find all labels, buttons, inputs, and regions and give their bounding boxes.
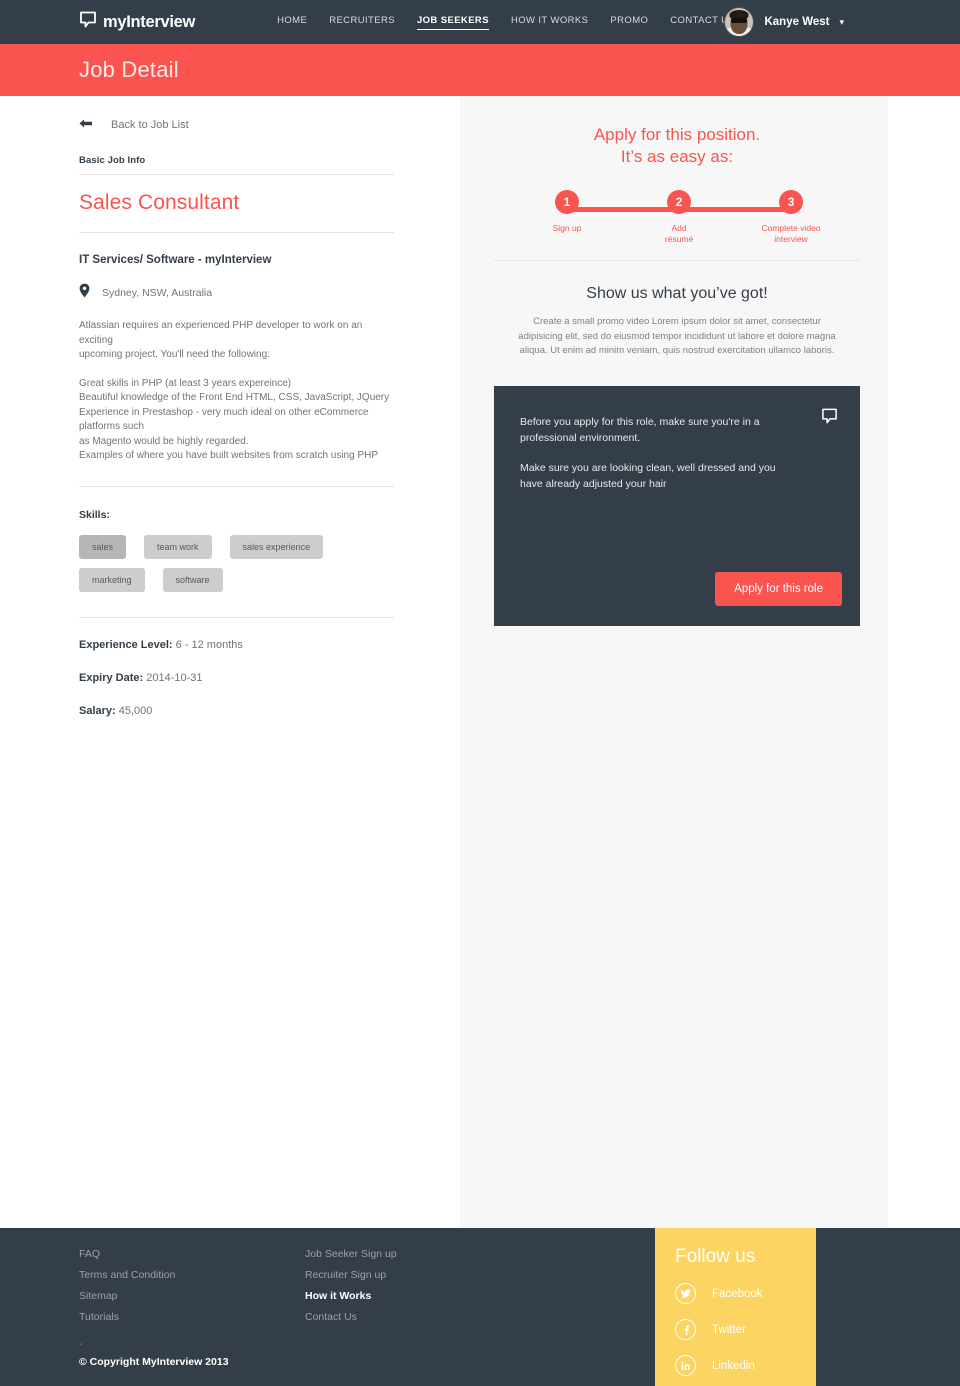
social-label-twitter: Twitter	[712, 1323, 746, 1336]
social-link-twitter[interactable]: Twitter	[675, 1319, 816, 1340]
top-navigation-bar: myInterview HOME RECRUITERS JOB SEEKERS …	[0, 0, 960, 44]
salary-key: Salary:	[79, 704, 116, 717]
divider-under-title	[79, 232, 394, 233]
chevron-down-icon[interactable]: ▾	[839, 17, 844, 28]
footer-links-column-2: Job Seeker Sign up Recruiter Sign up How…	[305, 1248, 397, 1323]
apply-heading-line-1: Apply for this position.	[593, 125, 761, 144]
footer-link-recruiter-signup[interactable]: Recruiter Sign up	[305, 1269, 397, 1281]
linkedin-in-icon	[675, 1355, 696, 1376]
step-2: 2 Add résumé	[634, 190, 724, 245]
user-menu[interactable]: Kanye West ▾	[724, 0, 844, 44]
job-detail-page: myInterview HOME RECRUITERS JOB SEEKERS …	[0, 0, 960, 1386]
salary-value: 45,000	[115, 704, 153, 717]
nav-item-recruiters[interactable]: RECRUITERS	[329, 15, 395, 29]
speech-bubble-logo-icon	[821, 408, 838, 430]
divider-above-skills	[79, 485, 394, 487]
card-instruction-2: Make sure you are looking clean, well dr…	[520, 461, 776, 490]
show-us-heading: Show us what you’ve got!	[586, 285, 768, 302]
skill-tag[interactable]: team work	[144, 534, 212, 559]
footer-link-how-it-works[interactable]: How it Works	[305, 1290, 397, 1302]
avatar	[724, 7, 755, 37]
job-info-column: Back to Job List Basic Job Info Sales Co…	[79, 96, 394, 717]
nav-item-how-it-works[interactable]: HOW IT WORKS	[511, 15, 588, 29]
site-logo[interactable]: myInterview	[79, 11, 195, 34]
apply-heading-line-2: It’s as easy as:	[620, 147, 734, 166]
social-label-linkedin: Linkedin	[712, 1359, 755, 1372]
job-description-intro: Atlassian requires an experienced PHP de…	[79, 320, 363, 360]
social-link-linkedin[interactable]: Linkedin	[675, 1355, 816, 1376]
card-instruction-1: Before you apply for this role, make sur…	[520, 415, 760, 444]
skill-tag[interactable]: sales experience	[229, 534, 324, 559]
nav-item-job-seekers[interactable]: JOB SEEKERS	[416, 15, 489, 30]
arrow-left-icon	[79, 116, 93, 134]
apply-instructions-card: Before you apply for this role, make sur…	[494, 385, 860, 626]
divider-top	[79, 174, 394, 175]
divider-under-steps	[494, 260, 860, 261]
page-banner: Job Detail	[0, 44, 960, 96]
nav-item-home[interactable]: HOME	[277, 15, 307, 29]
experience-level-value: 6 - 12 months	[172, 638, 243, 651]
main-content: Back to Job List Basic Job Info Sales Co…	[0, 96, 960, 1228]
back-to-job-list-link[interactable]: Back to Job List	[79, 116, 394, 134]
social-link-facebook[interactable]: Facebook	[675, 1283, 816, 1304]
expiry-date-value: 2014-10-31	[143, 671, 203, 684]
step-1-number: 1	[555, 190, 579, 214]
company-line: IT Services/ Software - myInterview	[79, 254, 272, 266]
skills-heading: Skills:	[79, 508, 110, 521]
step-2-number: 2	[667, 190, 691, 214]
twitter-bird-icon	[675, 1283, 696, 1304]
apply-heading: Apply for this position. It’s as easy as…	[494, 124, 860, 168]
step-3-label: Complete video interview	[761, 223, 821, 244]
footer-links-column-1: FAQ Terms and Condition Sitemap Tutorial…	[79, 1248, 175, 1323]
main-nav-links: HOME RECRUITERS JOB SEEKERS HOW IT WORKS…	[277, 15, 735, 30]
basic-job-info-heading: Basic Job Info	[79, 155, 146, 166]
site-footer: FAQ Terms and Condition Sitemap Tutorial…	[0, 1228, 960, 1386]
footer-link-contact-us[interactable]: Contact Us	[305, 1311, 397, 1323]
social-label-facebook: Facebook	[712, 1287, 763, 1300]
facebook-f-icon	[675, 1319, 696, 1340]
location-text: Sydney, NSW, Australia	[102, 287, 213, 299]
footer-link-job-seeker-signup[interactable]: Job Seeker Sign up	[305, 1248, 397, 1260]
footer-link-terms[interactable]: Terms and Condition	[79, 1269, 175, 1281]
experience-level-row: Experience Level: 6 - 12 months	[79, 639, 394, 651]
footer-link-sitemap[interactable]: Sitemap	[79, 1290, 175, 1302]
show-us-body: Create a small promo video Lorem ipsum d…	[518, 316, 836, 356]
job-description-requirements: Great skills in PHP (at least 3 years ex…	[79, 377, 390, 462]
skill-tag[interactable]: software	[162, 567, 223, 592]
back-link-label: Back to Job List	[111, 119, 189, 131]
map-pin-icon	[79, 283, 90, 303]
skill-tag-list: sales team work sales experience marketi…	[79, 534, 379, 592]
copyright-text: © Copyright MyInterview 2013	[79, 1356, 229, 1368]
apply-steps: 1 Sign up 2 Add résumé 3 Complete video …	[494, 190, 860, 248]
user-name-label: Kanye West	[764, 16, 830, 28]
step-3-number: 3	[779, 190, 803, 214]
experience-level-key: Experience Level:	[79, 638, 173, 651]
page-title: Job Detail	[79, 57, 179, 82]
job-title: Sales Consultant	[79, 191, 240, 214]
step-3: 3 Complete video interview	[746, 190, 836, 245]
step-1: 1 Sign up	[522, 190, 612, 234]
apply-column: Apply for this position. It’s as easy as…	[494, 96, 860, 626]
salary-row: Salary: 45,000	[79, 705, 394, 717]
apply-for-this-role-button[interactable]: Apply for this role	[715, 571, 842, 606]
follow-us-panel: Follow us Facebook Twitter Linkedin	[655, 1228, 816, 1386]
job-location: Sydney, NSW, Australia	[79, 283, 394, 303]
step-1-label: Sign up	[552, 223, 582, 233]
step-2-label: Add résumé	[664, 223, 694, 244]
speech-bubble-logo-icon	[79, 11, 97, 34]
nav-item-promo[interactable]: PROMO	[610, 15, 648, 29]
expiry-date-row: Expiry Date: 2014-10-31	[79, 672, 394, 684]
logo-text: myInterview	[103, 12, 196, 31]
footer-link-tutorials[interactable]: Tutorials	[79, 1311, 175, 1323]
expiry-date-key: Expiry Date:	[79, 671, 144, 684]
divider-below-skills	[79, 616, 394, 618]
follow-us-heading: Follow us	[675, 1246, 756, 1267]
skill-tag[interactable]: marketing	[79, 567, 145, 592]
footer-dash: -	[79, 1338, 83, 1350]
footer-link-faq[interactable]: FAQ	[79, 1248, 175, 1260]
skill-tag[interactable]: sales	[79, 534, 127, 559]
